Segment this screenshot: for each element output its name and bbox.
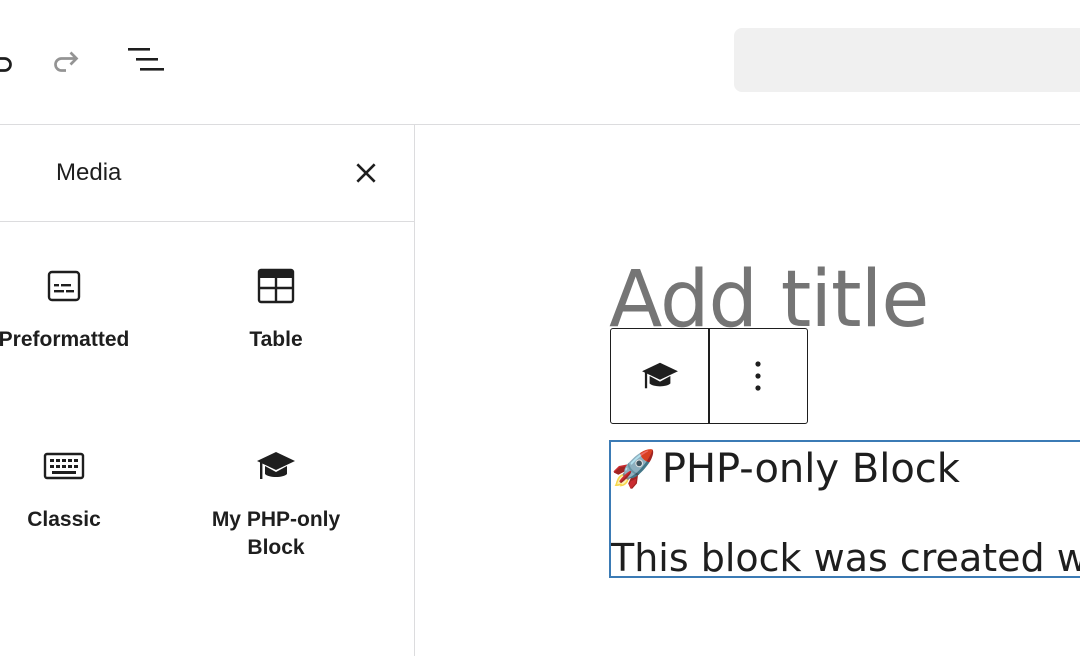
close-icon — [356, 163, 376, 183]
undo-button[interactable] — [0, 40, 20, 80]
block-heading-text: PHP-only Block — [661, 446, 960, 492]
block-item-preformatted[interactable]: Preformatted — [0, 262, 164, 354]
block-label-preformatted: Preformatted — [0, 328, 130, 351]
block-heading: 🚀 PHP-only Block — [611, 446, 960, 492]
block-toolbar — [610, 328, 808, 424]
block-item-classic[interactable]: Classic — [0, 442, 164, 534]
block-item-table[interactable]: Table — [176, 262, 376, 354]
undo-icon — [0, 57, 12, 72]
keyboard-icon — [40, 442, 88, 490]
block-options-button[interactable] — [710, 329, 807, 423]
table-icon — [252, 262, 300, 310]
block-label-classic: Classic — [27, 508, 101, 531]
block-label-table: Table — [249, 328, 303, 351]
selected-php-only-block[interactable]: 🚀 PHP-only Block This block was created … — [609, 440, 1080, 578]
redo-icon — [54, 51, 79, 72]
close-inserter-button[interactable] — [346, 153, 386, 193]
tab-media[interactable]: Media — [56, 159, 121, 187]
redo-button[interactable] — [46, 40, 86, 80]
inserter-header: Media — [0, 125, 414, 222]
preformatted-icon — [40, 262, 88, 310]
rocket-icon: 🚀 — [611, 449, 656, 490]
editor-header — [0, 0, 1080, 125]
list-view-icon — [128, 48, 164, 71]
block-item-my-php-only-block[interactable]: My PHP-only Block — [176, 442, 376, 562]
block-type-button[interactable] — [611, 329, 708, 423]
block-inserter-panel: Media Preformatted Table Classic My PHP-… — [0, 125, 415, 656]
block-paragraph: This block was created wit — [611, 536, 1080, 578]
graduation-cap-icon — [252, 442, 300, 490]
more-vertical-icon — [755, 361, 761, 391]
graduation-cap-icon — [641, 362, 678, 389]
document-overview-button[interactable] — [126, 40, 166, 80]
command-palette-bar[interactable] — [734, 28, 1080, 92]
block-label-my-php-only-block: My PHP-only Block — [211, 508, 341, 559]
editor-canvas: Add title 🚀 PHP-only Block This block wa… — [415, 125, 1080, 656]
